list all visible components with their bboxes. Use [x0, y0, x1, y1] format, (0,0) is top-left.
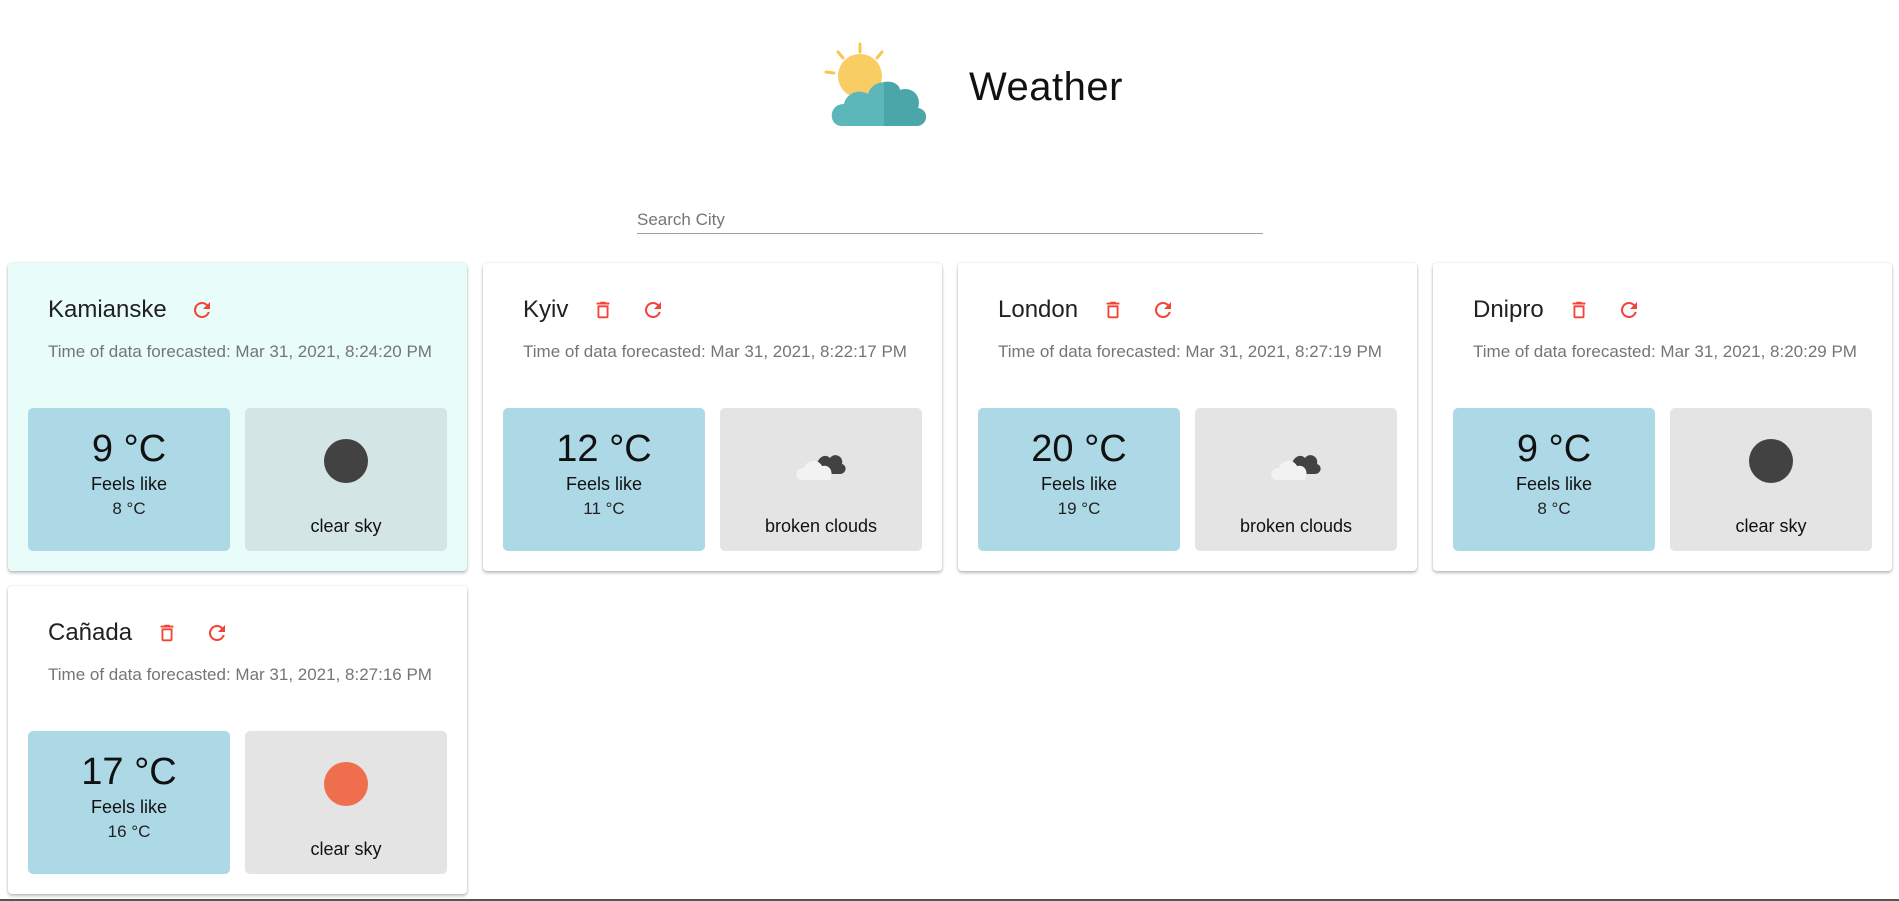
feels-like-value: 8 °C [112, 499, 146, 518]
condition-tile: clear sky [1670, 408, 1872, 551]
card-header: Kyiv [523, 293, 668, 327]
trash-icon [596, 301, 610, 319]
city-cards: Kamianske Time of data forecasted: Mar 3… [0, 0, 1899, 901]
delete-button[interactable] [152, 618, 182, 648]
city-card[interactable]: Dnipro Time of data forecasted: Mar 31, … [1433, 263, 1892, 571]
condition-label: broken clouds [1239, 516, 1353, 536]
temperature-value: 12 °C [556, 428, 652, 470]
broken-clouds-icon [1271, 455, 1321, 480]
forecast-time: Time of data forecasted: Mar 31, 2021, 8… [1473, 342, 1857, 361]
card-header: Dnipro [1473, 293, 1644, 327]
card-header: Kamianske [48, 293, 217, 327]
refresh-icon [1155, 302, 1172, 318]
refresh-button[interactable] [187, 295, 217, 325]
city-card[interactable]: Kamianske Time of data forecasted: Mar 3… [8, 263, 467, 571]
temperature-value: 9 °C [1516, 428, 1592, 470]
temperature-tile: 20 °C Feels like 19 °C [978, 408, 1180, 551]
temperature-tile: 12 °C Feels like 11 °C [503, 408, 705, 551]
weather-app: Weather Kamianske Time of data forecaste… [0, 0, 1899, 901]
condition-label: broken clouds [764, 516, 878, 536]
feels-like-value: 16 °C [107, 822, 151, 841]
city-name: Cañada [48, 619, 133, 646]
refresh-icon [645, 302, 662, 318]
card-header: London [998, 293, 1178, 327]
city-card[interactable]: London Time of data forecasted: Mar 31, … [958, 263, 1417, 571]
condition-label: clear sky [310, 839, 382, 859]
clear-day-icon [324, 762, 368, 806]
refresh-button[interactable] [1614, 295, 1644, 325]
condition-label: clear sky [1735, 516, 1807, 536]
card-header: Cañada [48, 616, 232, 650]
clear-night-icon [1749, 439, 1793, 483]
refresh-icon [193, 302, 210, 318]
broken-clouds-icon [796, 455, 846, 480]
city-card[interactable]: Kyiv Time of data forecasted: Mar 31, 20… [483, 263, 942, 571]
feels-like-label: Feels like [1515, 474, 1593, 494]
refresh-icon [1620, 302, 1637, 318]
trash-icon [1572, 301, 1586, 319]
temperature-tile: 17 °C Feels like 16 °C [28, 731, 230, 874]
clear-night-icon [324, 439, 368, 483]
temperature-value: 17 °C [81, 751, 177, 793]
temperature-tile: 9 °C Feels like 8 °C [28, 408, 230, 551]
trash-icon [160, 624, 174, 642]
temperature-tile: 9 °C Feels like 8 °C [1453, 408, 1655, 551]
condition-tile: broken clouds [1195, 408, 1397, 551]
feels-like-label: Feels like [90, 797, 168, 817]
feels-like-value: 8 °C [1537, 499, 1571, 518]
city-name: London [998, 296, 1079, 323]
feels-like-value: 19 °C [1057, 499, 1101, 518]
refresh-button[interactable] [202, 618, 232, 648]
city-name: Kyiv [523, 296, 569, 323]
feels-like-value: 11 °C [583, 499, 625, 518]
city-card[interactable]: Cañada Time of data forecasted: Mar 31, … [8, 586, 467, 894]
delete-button[interactable] [1564, 295, 1594, 325]
forecast-time: Time of data forecasted: Mar 31, 2021, 8… [48, 342, 432, 361]
delete-button[interactable] [588, 295, 618, 325]
refresh-button[interactable] [1148, 295, 1178, 325]
condition-tile: clear sky [245, 731, 447, 874]
temperature-value: 9 °C [91, 428, 167, 470]
feels-like-label: Feels like [90, 474, 168, 494]
feels-like-label: Feels like [565, 474, 643, 494]
condition-tile: clear sky [245, 408, 447, 551]
condition-tile: broken clouds [720, 408, 922, 551]
refresh-icon [209, 625, 226, 641]
city-name: Kamianske [48, 296, 167, 323]
feels-like-label: Feels like [1040, 474, 1118, 494]
forecast-time: Time of data forecasted: Mar 31, 2021, 8… [523, 342, 907, 361]
city-name: Dnipro [1473, 296, 1544, 323]
forecast-time: Time of data forecasted: Mar 31, 2021, 8… [998, 342, 1382, 361]
forecast-time: Time of data forecasted: Mar 31, 2021, 8… [48, 665, 432, 684]
delete-button[interactable] [1098, 295, 1128, 325]
refresh-button[interactable] [638, 295, 668, 325]
temperature-value: 20 °C [1031, 428, 1127, 470]
condition-label: clear sky [310, 516, 382, 536]
trash-icon [1106, 301, 1120, 319]
